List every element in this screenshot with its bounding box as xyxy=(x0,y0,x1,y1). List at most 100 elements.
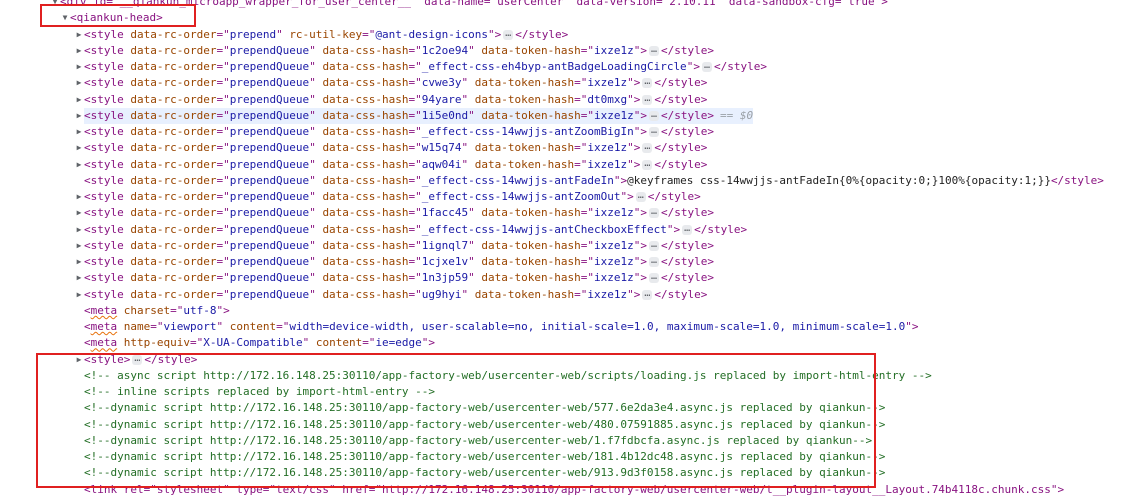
attr-value: prependQueue xyxy=(229,271,310,285)
dom-node-style[interactable]: ▶ <style data-rc-order="prependQueue" dat… xyxy=(77,75,708,91)
dom-node-style[interactable]: ▶ <style data-rc-order="prependQueue" dat… xyxy=(77,270,714,286)
expand-triangle-icon[interactable]: ▶ xyxy=(74,222,84,238)
punct: =" xyxy=(408,255,422,268)
expand-ellipsis-button[interactable]: … xyxy=(642,288,653,300)
expand-triangle-icon[interactable]: ▶ xyxy=(74,205,84,221)
attr-value: 1facc45 xyxy=(421,206,469,220)
expand-triangle-icon[interactable]: ▶ xyxy=(74,59,84,75)
dom-node-meta-compat[interactable]: <meta http-equiv="X-UA-Compatible" conte… xyxy=(84,335,435,351)
tag-open: <style xyxy=(84,271,131,285)
expand-triangle-icon[interactable]: ▶ xyxy=(74,75,84,91)
dom-node-comment[interactable]: <!-- async script http://172.16.148.25:3… xyxy=(84,368,932,384)
expand-triangle-icon[interactable]: ▶ xyxy=(74,189,84,205)
punct: > xyxy=(640,206,647,220)
punct: " xyxy=(309,222,323,236)
dom-node-meta-viewport[interactable]: <meta name="viewport" content="width=dev… xyxy=(84,319,919,335)
dom-node-comment[interactable]: <!--dynamic script http://172.16.148.25:… xyxy=(84,400,885,416)
dom-node-comment[interactable]: <!--dynamic script http://172.16.148.25:… xyxy=(84,417,885,433)
expand-ellipsis-button[interactable]: … xyxy=(642,142,653,154)
tag-close: </style> xyxy=(1050,173,1104,187)
expand-ellipsis-button[interactable]: … xyxy=(682,223,693,235)
attr-name: data-css-hash xyxy=(322,108,409,122)
dom-node-style[interactable]: ▶ <style data-rc-order="prependQueue" dat… xyxy=(77,189,701,205)
style-content: @keyframes css-14wwjjs-antFadeIn{0%{opac… xyxy=(627,173,1051,187)
expand-ellipsis-button[interactable]: … xyxy=(648,44,660,56)
attr-value: prependQueue xyxy=(229,76,310,90)
token: @ant-design-icons xyxy=(375,27,489,41)
expand-ellipsis-button[interactable]: … xyxy=(642,158,653,170)
expand-ellipsis-button[interactable]: … xyxy=(635,191,646,202)
expand-triangle-icon[interactable]: ▶ xyxy=(74,238,84,254)
expand-triangle-icon[interactable]: ▶ xyxy=(74,270,84,286)
dom-node-qiankun-head[interactable]: ▼ <qiankun-head> xyxy=(63,10,163,26)
expand-triangle-icon[interactable]: ▶ xyxy=(74,27,84,43)
dom-node-style[interactable]: ▶ <style data-rc-order="prependQueue" dat… xyxy=(77,205,714,221)
attr-name: data-token-hash xyxy=(474,141,575,155)
expand-triangle-icon[interactable]: ▶ xyxy=(74,254,84,270)
dom-node-comment[interactable]: <!--dynamic script http://172.16.148.25:… xyxy=(84,433,872,449)
dom-node-style[interactable]: ▶ <style data-rc-order="prependQueue" dat… xyxy=(77,287,708,303)
dom-node-style-collapsed[interactable]: ▶ <style>… </style> xyxy=(77,352,198,368)
expand-ellipsis-button[interactable]: … xyxy=(648,126,659,137)
expand-triangle-icon[interactable]: ▶ xyxy=(74,352,84,368)
dom-node-comment[interactable]: <!--dynamic script http://172.16.148.25:… xyxy=(84,449,885,465)
dom-node-qiankun-wrapper[interactable]: ▼ <div id="__qiankun_microapp_wrapper_for… xyxy=(53,0,888,10)
dom-node-style[interactable]: ▶ <style data-rc-order="prependQueue" dat… xyxy=(77,157,708,173)
expand-ellipsis-button[interactable]: … xyxy=(648,207,660,219)
tag-close: </style> xyxy=(647,190,701,203)
expand-triangle-icon[interactable]: ▶ xyxy=(74,43,84,59)
attr-name: content xyxy=(229,320,277,333)
expand-ellipsis-button[interactable]: … xyxy=(648,272,660,284)
punct xyxy=(117,336,124,349)
tag-open: <style xyxy=(84,287,131,301)
punct: =" xyxy=(574,157,588,171)
expand-triangle-icon[interactable]: ▶ xyxy=(74,287,84,303)
punct: =" xyxy=(574,76,588,90)
expand-triangle-icon[interactable]: ▶ xyxy=(74,108,84,124)
expand-triangle-icon[interactable]: ▶ xyxy=(74,140,84,156)
dom-node-style[interactable]: ▶ <style data-rc-order="prependQueue" dat… xyxy=(77,254,714,270)
expand-ellipsis-button[interactable]: … xyxy=(132,353,143,365)
expand-triangle-icon[interactable]: ▶ xyxy=(74,157,84,173)
collapse-triangle-icon[interactable]: ▼ xyxy=(50,0,60,10)
attr-value: ixze1z xyxy=(593,271,634,285)
attr-value: prependQueue xyxy=(229,60,310,73)
expand-ellipsis-button[interactable]: … xyxy=(648,239,660,251)
expand-ellipsis-button[interactable]: … xyxy=(701,61,712,72)
punct: " xyxy=(309,76,323,90)
expand-ellipsis-button[interactable]: … xyxy=(642,93,653,105)
attr-value: prependQueue xyxy=(229,92,310,106)
tag-close: </style> xyxy=(654,76,708,90)
dom-node-style[interactable]: ▶ <style data-rc-order="prependQueue" dat… xyxy=(77,43,714,59)
expand-ellipsis-button[interactable]: … xyxy=(648,109,660,121)
dom-node-style[interactable]: ▶ <style data-rc-order="prependQueue" dat… xyxy=(77,238,714,254)
tag-name: meta xyxy=(90,336,118,350)
punct: =" xyxy=(408,190,422,203)
expand-ellipsis-button[interactable]: … xyxy=(642,77,653,89)
dom-node-comment[interactable]: <!-- inline scripts replaced by import-h… xyxy=(84,384,435,400)
dom-node-style[interactable]: ▶ <style data-rc-order="prependQueue" dat… xyxy=(77,124,714,140)
dom-node-meta-charset[interactable]: <meta charset="utf-8"> xyxy=(84,303,230,319)
punct: =" xyxy=(216,125,230,138)
dom-node-link-stylesheet[interactable]: <link rel="stylesheet" type="text/css" h… xyxy=(84,482,1064,498)
punct: =" xyxy=(408,141,422,155)
dom-node-style-inline[interactable]: <style data-rc-order="prependQueue" data… xyxy=(84,173,1104,189)
dom-node-style[interactable]: ▶ <style data-rc-order="prependQueue" dat… xyxy=(77,59,767,75)
expand-ellipsis-button[interactable]: … xyxy=(648,256,660,267)
dom-node-style[interactable]: ▶ <style data-rc-order="prependQueue" dat… xyxy=(77,92,708,108)
expand-triangle-icon[interactable]: ▶ xyxy=(74,124,84,140)
dom-node-style-icons[interactable]: ▶ <style data-rc-order="prepend" rc-util-… xyxy=(77,27,569,43)
punct: =" xyxy=(408,76,422,90)
comment-text: <!-- inline scripts replaced by import-h… xyxy=(84,385,435,398)
collapse-triangle-icon[interactable]: ▼ xyxy=(60,10,70,26)
tag-open: <style xyxy=(84,190,131,203)
dom-node-style[interactable]: ▶ <style data-rc-order="prependQueue" dat… xyxy=(77,140,708,156)
punct: =" xyxy=(408,287,422,301)
dom-node-style[interactable]: ▶ <style data-rc-order="prependQueue" dat… xyxy=(77,107,754,124)
punct: " xyxy=(468,108,475,122)
punct xyxy=(468,141,475,154)
expand-ellipsis-button[interactable]: … xyxy=(503,28,514,40)
dom-node-style[interactable]: ▶ <style data-rc-order="prependQueue" dat… xyxy=(77,222,748,238)
expand-triangle-icon[interactable]: ▶ xyxy=(74,92,84,108)
dom-node-comment[interactable]: <!--dynamic script http://172.16.148.25:… xyxy=(84,465,885,481)
